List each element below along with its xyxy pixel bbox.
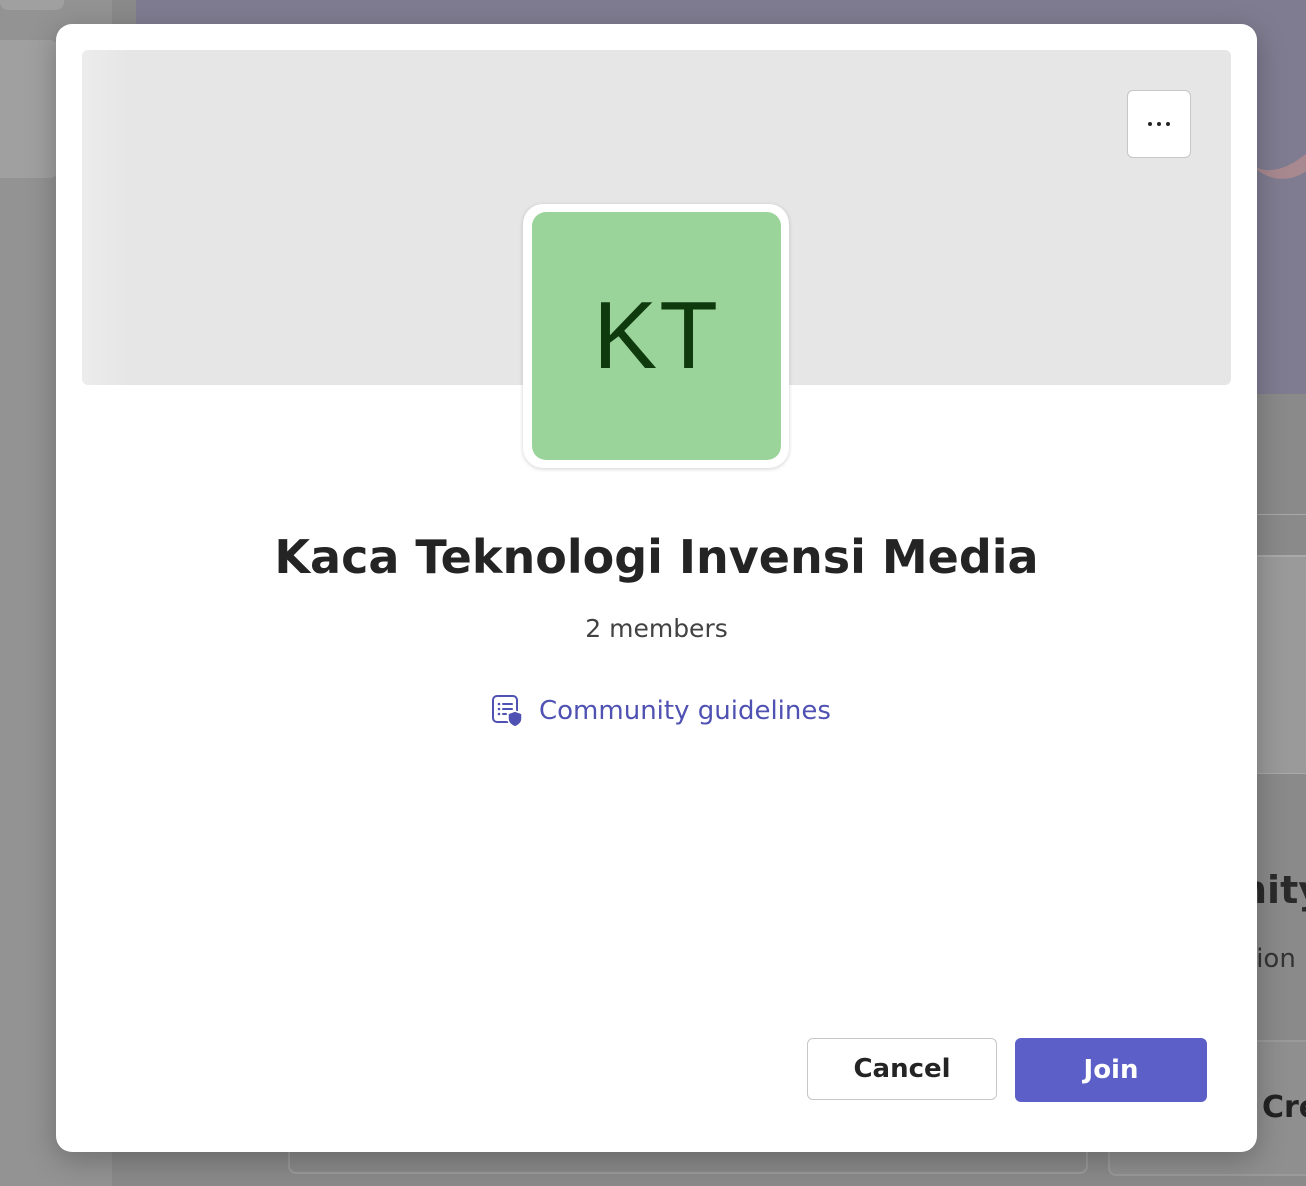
team-avatar-frame: KT [523,204,789,468]
community-guidelines-label: Community guidelines [539,696,831,726]
member-count: 2 members [585,614,728,643]
document-shield-icon [492,695,523,728]
community-guidelines-link[interactable]: Community guidelines [491,694,831,728]
background-right-card [1257,556,1306,774]
team-name: Kaca Teknologi Invensi Media [274,530,1039,584]
cancel-button[interactable]: Cancel [807,1038,997,1100]
team-avatar: KT [532,212,781,460]
avatar-initials: KT [593,282,720,389]
join-button[interactable]: Join [1015,1038,1207,1102]
background-right-divider [1257,514,1306,556]
more-options-button[interactable] [1127,90,1191,158]
background-left-chip [0,0,64,10]
ellipsis-icon [1148,122,1170,126]
background-right-button-label: Cre [1262,1090,1306,1125]
join-team-dialog: KT Kaca Teknologi Invensi Media 2 member… [56,24,1257,1152]
background-left-card [0,40,58,178]
